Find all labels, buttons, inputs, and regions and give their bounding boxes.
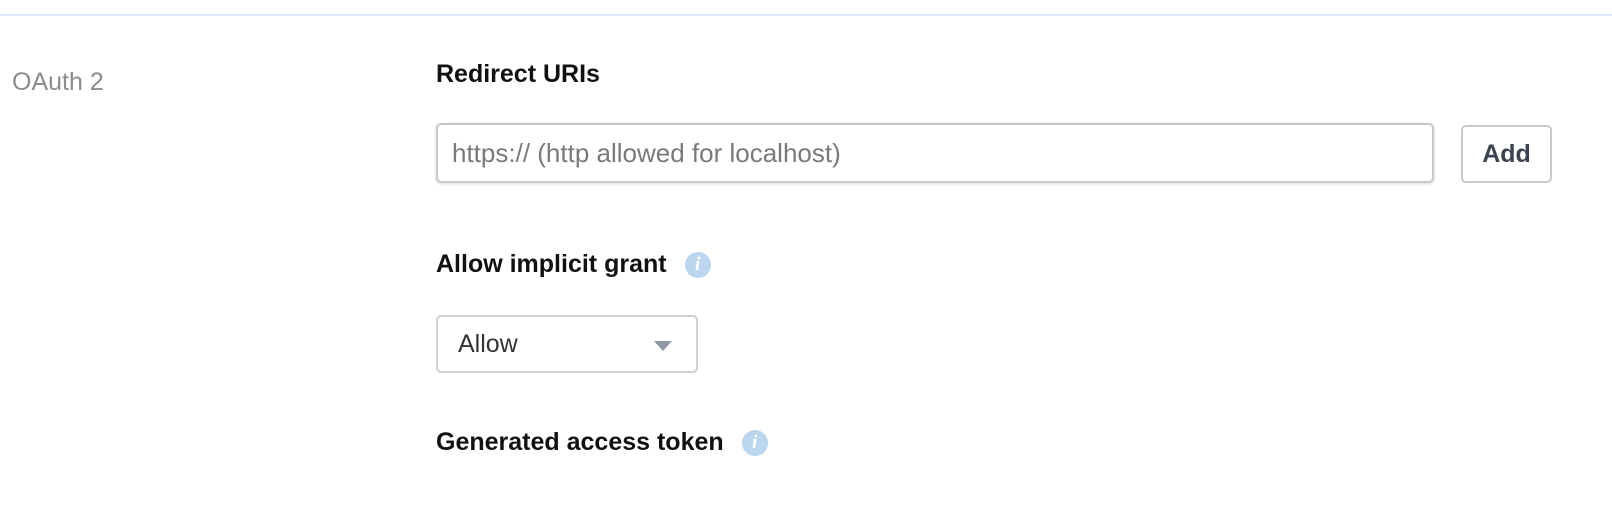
info-icon[interactable]: i bbox=[684, 251, 711, 278]
redirect-uris-label-text: Redirect URIs bbox=[436, 60, 600, 88]
oauth2-settings-page: OAuth 2 Redirect URIs Add Allow implicit… bbox=[0, 0, 1612, 508]
redirect-uris-label: Redirect URIs bbox=[436, 60, 600, 89]
access-token-label-text: Generated access token bbox=[436, 428, 724, 456]
section-divider bbox=[0, 14, 1612, 16]
add-redirect-uri-button[interactable]: Add bbox=[1461, 125, 1552, 183]
implicit-grant-selected-value: Allow bbox=[458, 329, 518, 358]
info-icon[interactable]: i bbox=[741, 429, 768, 456]
implicit-grant-label-text: Allow implicit grant bbox=[436, 250, 667, 278]
implicit-grant-select[interactable]: Allow bbox=[436, 315, 698, 373]
access-token-label: Generated access token i bbox=[436, 428, 768, 457]
implicit-grant-label: Allow implicit grant i bbox=[436, 250, 711, 279]
section-label: OAuth 2 bbox=[12, 68, 104, 96]
redirect-uri-input[interactable] bbox=[436, 123, 1434, 183]
chevron-down-icon bbox=[654, 341, 672, 351]
